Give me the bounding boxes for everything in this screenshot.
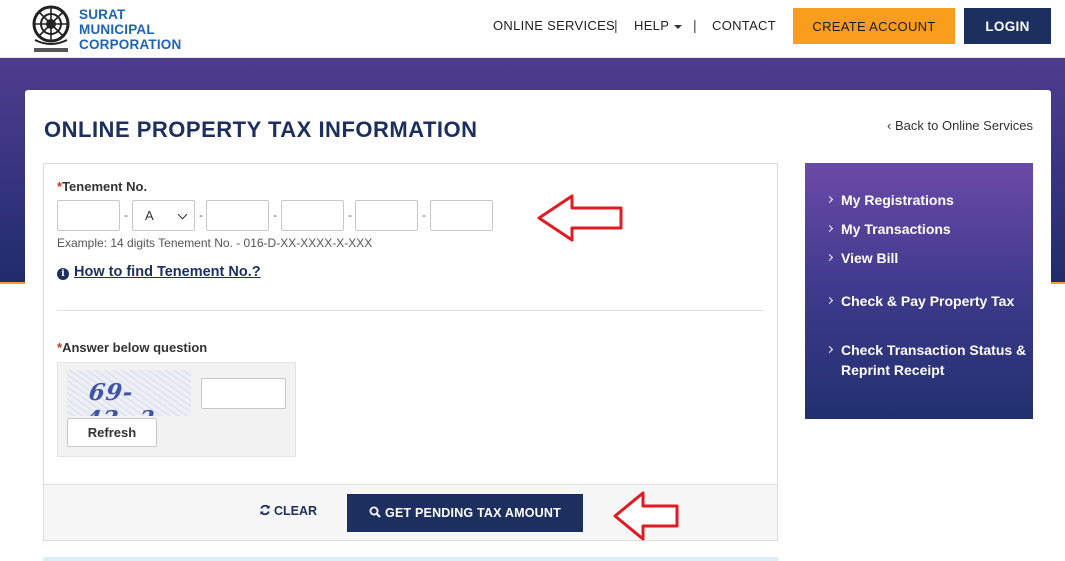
tenement-part-4-input[interactable] [281,200,344,231]
page-title: ONLINE PROPERTY TAX INFORMATION [44,117,478,142]
form-divider [57,310,764,311]
nav-online-services[interactable]: ONLINE SERVICES [493,18,615,33]
search-icon [369,506,381,518]
captcha-text: 69-43=? [83,379,156,416]
sidebar-item-label: My Transactions [841,221,951,237]
how-to-find-tenement-link[interactable]: i How to find Tenement No.? [57,264,261,280]
chevron-right-icon [825,345,834,354]
arrow-left-icon [613,491,679,541]
site-header: SURAT MUNICIPAL CORPORATION ONLINE SERVI… [0,0,1065,58]
refresh-icon [260,504,270,516]
services-sidebar: My Registrations My Transactions View Bi… [805,163,1033,419]
nav-separator: | [693,17,697,33]
sidebar-item-label: Check Transaction Status & Reprint Recei… [841,342,1027,378]
captcha-box: 69-43=? Refresh [57,362,296,457]
clear-label: CLEAR [274,504,318,518]
chevron-right-icon [825,253,834,262]
info-icon: i [57,268,69,280]
dash-separator: - [199,208,203,222]
main-card: ONLINE PROPERTY TAX INFORMATION ‹ Back t… [25,90,1051,561]
captcha-refresh-button[interactable]: Refresh [67,418,157,447]
chevron-right-icon [825,296,834,305]
sidebar-item-check-transaction-status[interactable]: Check Transaction Status & Reprint Recei… [825,340,1027,380]
arrow-left-icon [537,194,623,242]
question-label: *Answer below question [57,340,207,355]
get-pending-tax-button[interactable]: GET PENDING TAX AMOUNT [347,494,583,532]
brand-name[interactable]: SURAT MUNICIPAL CORPORATION [79,7,181,52]
tenement-part-3-input[interactable] [206,200,269,231]
tenement-zone-select[interactable]: A [132,200,195,231]
tenement-label: *Tenement No. [57,179,147,194]
tenement-example-hint: Example: 14 digits Tenement No. - 016-D-… [57,236,373,250]
back-to-online-services-link[interactable]: ‹ Back to Online Services [887,118,1033,133]
tenement-label-text: Tenement No. [62,179,148,194]
sidebar-item-my-transactions[interactable]: My Transactions [825,219,1027,239]
zone-selected-value: A [145,208,154,223]
tenement-ward-input[interactable] [57,200,120,231]
chevron-right-icon [825,224,834,233]
sidebar-item-check-pay-property-tax[interactable]: Check & Pay Property Tax [825,291,1017,311]
question-label-text: Answer below question [62,340,208,355]
tenement-part-5-input[interactable] [355,200,418,231]
dash-separator: - [273,208,277,222]
nav-separator: | [614,17,618,33]
captcha-image: 69-43=? [67,370,191,416]
dash-separator: - [348,208,352,222]
dash-separator: - [422,208,426,222]
nav-contact[interactable]: CONTACT [712,18,776,33]
tenement-part-6-input[interactable] [430,200,493,231]
nav-help[interactable]: HELP [634,18,683,33]
sidebar-item-label: My Registrations [841,192,954,208]
create-account-button[interactable]: CREATE ACCOUNT [793,8,955,44]
login-button[interactable]: LOGIN [964,8,1051,44]
dash-separator: - [124,208,128,222]
captcha-answer-input[interactable] [201,378,286,409]
smc-emblem-icon[interactable] [26,2,76,56]
clear-button[interactable]: CLEAR [259,504,317,518]
tax-form: *Tenement No. - A - - - - Example: 14 di… [43,163,778,541]
nav-help-label: HELP [634,18,670,33]
brand-line-3: CORPORATION [79,37,182,52]
chevron-right-icon [825,195,834,204]
caret-down-icon [674,24,683,29]
sidebar-item-label: Check & Pay Property Tax [841,293,1015,309]
get-pending-label: GET PENDING TAX AMOUNT [385,506,561,520]
chevron-down-icon [177,209,188,220]
brand-line-2: MUNICIPAL [79,22,155,37]
sidebar-item-my-registrations[interactable]: My Registrations [825,190,1027,210]
brand-line-1: SURAT [79,7,126,22]
sidebar-item-label: View Bill [841,250,899,266]
sidebar-item-view-bill[interactable]: View Bill [825,248,1027,268]
how-to-find-text: How to find Tenement No.? [74,264,261,280]
form-bottom-border [43,557,778,561]
